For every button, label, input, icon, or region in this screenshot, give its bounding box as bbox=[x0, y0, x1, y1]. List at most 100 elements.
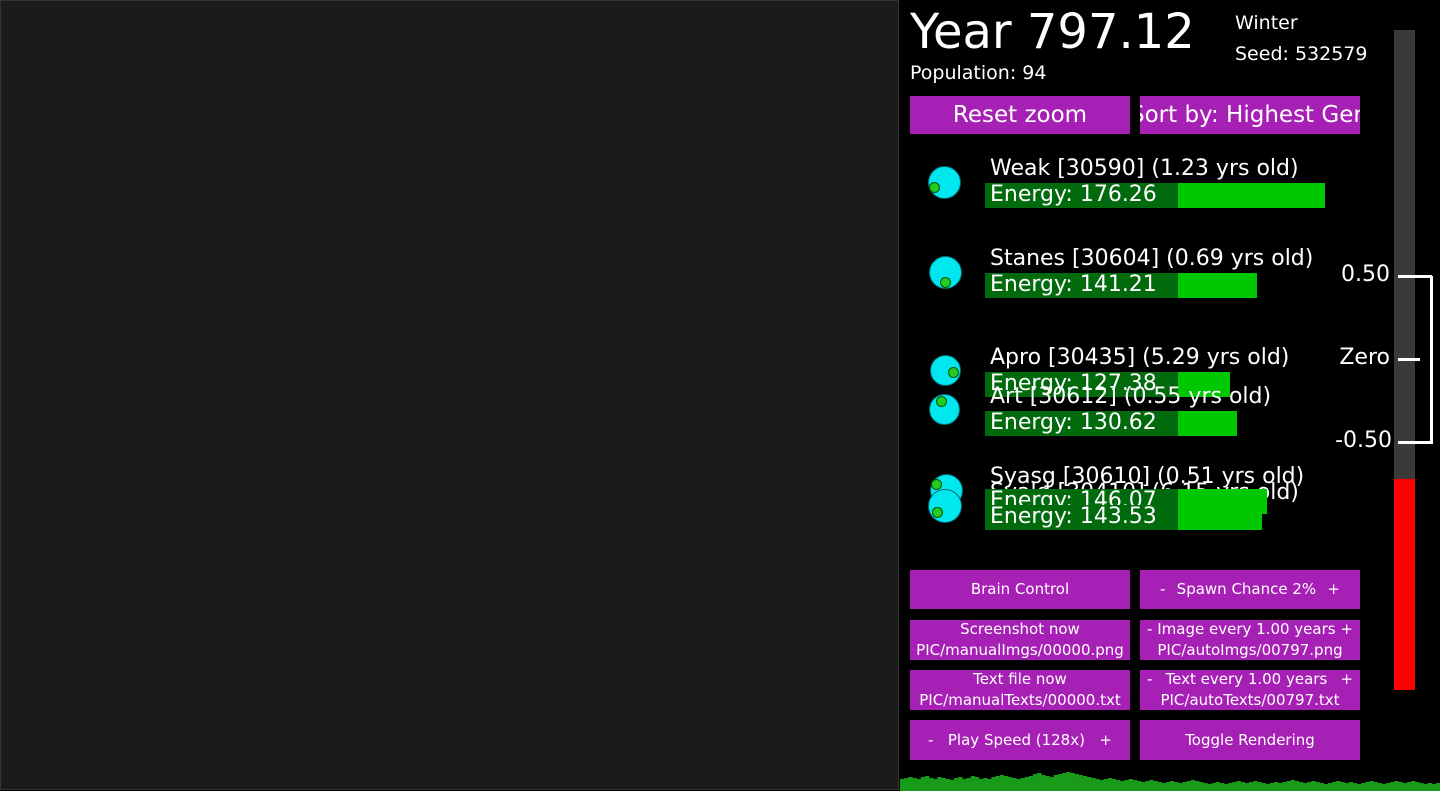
population-graph-bar bbox=[1381, 784, 1387, 791]
creature-item[interactable]: Art [30612] (0.55 yrs old) Energy: 130.6… bbox=[900, 384, 1320, 444]
population-graph-bar bbox=[900, 779, 905, 791]
population-count: Population: 94 bbox=[910, 62, 1047, 84]
screenshot-now-button[interactable]: Screenshot now PIC/manualImgs/00000.png bbox=[910, 620, 1130, 660]
population-graph-bar bbox=[1032, 774, 1038, 791]
population-graph-bar bbox=[1157, 782, 1162, 791]
population-graph-bar bbox=[1336, 781, 1341, 791]
text-file-now-button[interactable]: Text file now PIC/manualTexts/00000.txt bbox=[910, 670, 1130, 710]
reset-zoom-button[interactable]: Reset zoom bbox=[910, 96, 1130, 134]
population-graph-bar bbox=[1224, 784, 1229, 791]
meter-bracket bbox=[1430, 276, 1433, 444]
population-graph-bar bbox=[1211, 783, 1216, 791]
population-graph-bar bbox=[1053, 775, 1059, 791]
creature-mouth-icon bbox=[948, 367, 959, 378]
population-graph-bar bbox=[1099, 780, 1104, 791]
population-graph-bar bbox=[1348, 782, 1354, 791]
population-graph-bar bbox=[933, 779, 938, 791]
population-graph-bar bbox=[1199, 782, 1204, 791]
population-graph-bar bbox=[1261, 783, 1266, 791]
world-view[interactable] bbox=[0, 0, 899, 790]
year-display: Year 797.12 bbox=[910, 4, 1195, 60]
population-graph bbox=[900, 772, 1440, 791]
meter-label-zero: Zero bbox=[1339, 345, 1390, 370]
population-graph-bar bbox=[912, 778, 917, 791]
population-graph-bar bbox=[1365, 782, 1370, 791]
seed-label: Seed: 532579 bbox=[1235, 43, 1368, 65]
population-graph-bar bbox=[1340, 782, 1345, 791]
population-graph-bar bbox=[1132, 780, 1138, 791]
screenshot-now-label: Screenshot now bbox=[960, 620, 1080, 638]
population-graph-bar bbox=[1286, 781, 1291, 791]
creature-name: Apro [30435] (5.29 yrs old) bbox=[990, 345, 1290, 370]
creature-mouth-icon bbox=[932, 507, 943, 518]
population-graph-bar bbox=[1086, 777, 1092, 791]
population-graph-bar bbox=[1203, 783, 1208, 791]
population-graph-bar bbox=[1419, 783, 1424, 791]
play-speed-increase-button[interactable]: + bbox=[1099, 730, 1112, 751]
sort-by-label: Sort by: Highest Gen bbox=[1140, 102, 1360, 128]
population-graph-bar bbox=[1066, 772, 1071, 791]
population-graph-bar bbox=[1240, 782, 1246, 791]
toggle-rendering-button[interactable]: Toggle Rendering bbox=[1140, 720, 1360, 760]
population-graph-bar bbox=[945, 779, 951, 791]
population-graph-bar bbox=[1078, 775, 1084, 791]
meter-label-positive: 0.50 bbox=[1341, 262, 1390, 287]
brain-control-button[interactable]: Brain Control bbox=[910, 570, 1130, 609]
population-graph-bar bbox=[1228, 783, 1233, 791]
population-graph-bar bbox=[1369, 781, 1374, 791]
population-graph-bar bbox=[1402, 783, 1408, 791]
sort-by-button[interactable]: Sort by: Highest Gen bbox=[1140, 96, 1360, 134]
reset-zoom-label: Reset zoom bbox=[952, 102, 1088, 128]
energy-bar-fill bbox=[1178, 183, 1325, 208]
population-graph-bar bbox=[991, 777, 996, 791]
population-graph-bar bbox=[937, 777, 942, 791]
screenshot-path: PIC/manualImgs/00000.png bbox=[916, 641, 1124, 659]
population-graph-bar bbox=[1332, 782, 1337, 791]
population-graph-bar bbox=[1311, 781, 1316, 791]
meter-label-negative: -0.50 bbox=[1335, 428, 1392, 453]
population-graph-bar bbox=[1215, 782, 1221, 791]
creature-item[interactable]: Stanes [30604] (0.69 yrs old) Energy: 14… bbox=[900, 246, 1320, 306]
text-every-increase-button[interactable]: + bbox=[1340, 670, 1353, 690]
population-graph-bar bbox=[983, 778, 988, 791]
creature-name: Art [30612] (0.55 yrs old) bbox=[990, 384, 1272, 409]
spawn-chance-increase-button[interactable]: + bbox=[1327, 579, 1340, 600]
population-graph-bar bbox=[1074, 774, 1079, 791]
meter-tick-zero bbox=[1398, 358, 1420, 361]
population-graph-bar bbox=[1128, 779, 1133, 791]
side-panel: Year 797.12 Population: 94 Winter Seed: … bbox=[900, 0, 1440, 791]
population-graph-bar bbox=[1120, 781, 1125, 791]
creature-mouth-icon bbox=[929, 182, 940, 193]
population-graph-bar bbox=[1327, 783, 1333, 791]
population-graph-bar bbox=[1140, 782, 1146, 791]
population-graph-bar bbox=[1178, 783, 1183, 791]
population-graph-bar bbox=[1024, 777, 1030, 791]
image-every-increase-button[interactable]: + bbox=[1340, 620, 1353, 640]
energy-label: Energy: 141.21 bbox=[990, 272, 1157, 297]
energy-bar-fill bbox=[1178, 411, 1237, 436]
population-graph-bar bbox=[954, 778, 959, 791]
population-graph-bar bbox=[1062, 773, 1067, 791]
population-graph-bar bbox=[970, 776, 976, 791]
population-graph-bar bbox=[1307, 782, 1312, 791]
population-graph-bar bbox=[1294, 781, 1300, 791]
population-graph-bar bbox=[1257, 782, 1262, 791]
population-graph-bar bbox=[1435, 783, 1440, 791]
population-graph-bar bbox=[1232, 782, 1237, 791]
population-graph-bar bbox=[1423, 784, 1428, 791]
population-graph-bar bbox=[1298, 782, 1304, 791]
play-speed-label: Play Speed (128x) bbox=[947, 730, 1085, 749]
population-graph-bar bbox=[1111, 779, 1117, 791]
population-graph-bar bbox=[1386, 783, 1391, 791]
population-graph-bar bbox=[1116, 780, 1121, 791]
creature-item[interactable]: Weak [30590] (1.23 yrs old) Energy: 176.… bbox=[900, 156, 1325, 216]
population-graph-bar bbox=[978, 779, 984, 791]
population-graph-bar bbox=[1008, 777, 1013, 791]
population-graph-bar bbox=[929, 778, 934, 791]
population-graph-bar bbox=[1182, 782, 1187, 791]
population-graph-bar bbox=[1282, 782, 1287, 791]
population-graph-bar bbox=[1124, 780, 1129, 791]
population-graph-bar bbox=[1315, 782, 1320, 791]
population-graph-bar bbox=[1028, 776, 1034, 791]
creature-item[interactable]: Syasg [30610] (0.51 yrs old) Energy: 143… bbox=[900, 464, 1320, 530]
